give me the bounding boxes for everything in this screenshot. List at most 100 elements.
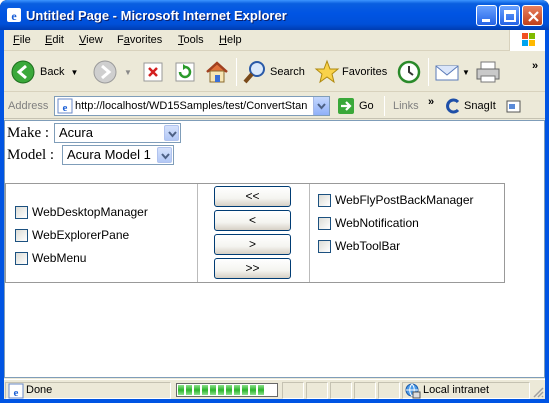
checkbox[interactable] (15, 228, 28, 242)
history-button[interactable] (396, 58, 422, 86)
address-label: Address (8, 100, 49, 112)
windows-logo (509, 30, 545, 51)
progress-block (226, 385, 232, 395)
window-title: Untitled Page - Microsoft Internet Explo… (26, 8, 287, 23)
search-icon (243, 61, 265, 84)
home-button[interactable] (204, 58, 230, 86)
right-list-item[interactable]: WebToolBar (318, 238, 400, 254)
make-select[interactable]: Acura (54, 123, 181, 143)
star-icon (314, 59, 340, 84)
toolbar-separator (236, 58, 237, 86)
left-list-item[interactable]: WebExplorerPane (15, 227, 129, 243)
model-dropdown-button[interactable] (157, 147, 172, 163)
forward-dropdown-icon[interactable]: ▼ (124, 68, 132, 77)
move-all-left-button[interactable]: << (214, 186, 291, 207)
page-done-icon: e (8, 383, 24, 399)
home-icon (206, 61, 228, 83)
menu-file[interactable]: File (13, 34, 31, 46)
close-icon (528, 11, 539, 22)
chevron-down-icon (317, 103, 326, 110)
make-label: Make : (7, 125, 50, 141)
progress-block (210, 385, 216, 395)
move-all-right-button[interactable]: >> (214, 258, 291, 279)
mail-button[interactable]: ▼ (434, 58, 470, 86)
back-dropdown-icon[interactable]: ▼ (70, 68, 78, 77)
mail-dropdown-icon[interactable]: ▼ (462, 68, 470, 77)
menu-favorites[interactable]: Favorites (117, 34, 162, 46)
model-select[interactable]: Acura Model 1 (62, 145, 174, 165)
go-button[interactable]: Go (337, 93, 374, 119)
print-button[interactable] (474, 58, 502, 86)
checkbox[interactable] (15, 205, 28, 219)
menu-help[interactable]: Help (219, 34, 242, 46)
ie-window: e Untitled Page - Microsoft Internet Exp… (0, 0, 549, 403)
progress-block (218, 385, 224, 395)
stop-icon (143, 62, 163, 82)
zone-text: Local intranet (423, 384, 490, 396)
progress-block (242, 385, 248, 395)
ie-logo-icon: e (7, 8, 21, 23)
address-separator (384, 96, 385, 116)
column-divider (309, 184, 310, 282)
status-bar: e Done Local intranet (4, 379, 545, 399)
status-text: Done (26, 384, 53, 396)
progress-block (234, 385, 240, 395)
snagit-capture-icon[interactable] (505, 98, 523, 114)
column-divider (197, 184, 198, 282)
stop-button[interactable] (142, 58, 164, 86)
minimize-button[interactable] (476, 5, 497, 26)
checkbox[interactable] (15, 251, 28, 265)
mail-icon (435, 65, 459, 81)
status-cell (378, 382, 400, 399)
status-cell (306, 382, 328, 399)
progress-block (186, 385, 192, 395)
address-dropdown-button[interactable] (313, 97, 329, 115)
menu-tools[interactable]: Tools (178, 34, 204, 46)
close-button[interactable] (522, 5, 543, 26)
refresh-button[interactable] (174, 58, 196, 86)
menu-edit[interactable]: Edit (45, 34, 64, 46)
snagit-icon (446, 98, 460, 114)
title-bar[interactable]: e Untitled Page - Microsoft Internet Exp… (0, 0, 549, 30)
chevron-down-icon (161, 153, 170, 160)
maximize-button[interactable] (499, 5, 520, 26)
transfer-panel: WebDesktopManager WebExplorerPane WebMen… (5, 183, 505, 283)
zone-cell: Local intranet (402, 382, 530, 399)
move-left-button[interactable]: < (214, 210, 291, 231)
checkbox[interactable] (318, 239, 331, 253)
menu-bar: File Edit View Favorites Tools Help (4, 30, 545, 51)
snagit-button[interactable]: SnagIt (444, 93, 496, 119)
search-button[interactable]: Search (242, 58, 305, 86)
status-text-cell: e Done (5, 382, 171, 399)
address-input[interactable]: e http://localhost/WD15Samples/test/Conv… (54, 96, 330, 116)
standard-toolbar: Back ▼ ▼ Search Favorites ▼ » (4, 52, 545, 92)
right-list-item[interactable]: WebNotification (318, 215, 419, 231)
minimize-icon (482, 19, 490, 22)
links-chevron-icon[interactable]: » (428, 96, 434, 108)
links-label[interactable]: Links (393, 100, 419, 112)
maximize-icon (504, 10, 516, 22)
back-button[interactable]: Back ▼ (10, 58, 78, 86)
status-cell (282, 382, 304, 399)
svg-text:e: e (14, 387, 19, 399)
right-list-item[interactable]: WebFlyPostBackManager (318, 192, 474, 208)
checkbox[interactable] (318, 216, 331, 230)
forward-button[interactable]: ▼ (92, 58, 132, 86)
progress-block (258, 385, 264, 395)
progress-bar (176, 383, 278, 397)
progress-block (194, 385, 200, 395)
status-cell (354, 382, 376, 399)
left-list-item[interactable]: WebMenu (15, 250, 86, 266)
make-dropdown-button[interactable] (164, 125, 179, 141)
resize-grip-icon[interactable] (532, 386, 544, 398)
menu-view[interactable]: View (79, 34, 103, 46)
favorites-button[interactable]: Favorites (314, 58, 387, 86)
progress-block (202, 385, 208, 395)
page-content: Make : Acura Model : Acura Model 1 WebDe… (4, 120, 545, 378)
toolbar-chevron-icon[interactable]: » (532, 60, 538, 72)
left-list-item[interactable]: WebDesktopManager (15, 204, 148, 220)
svg-text:e: e (11, 9, 17, 23)
move-right-button[interactable]: > (214, 234, 291, 255)
page-icon: e (57, 98, 73, 114)
checkbox[interactable] (318, 193, 331, 207)
